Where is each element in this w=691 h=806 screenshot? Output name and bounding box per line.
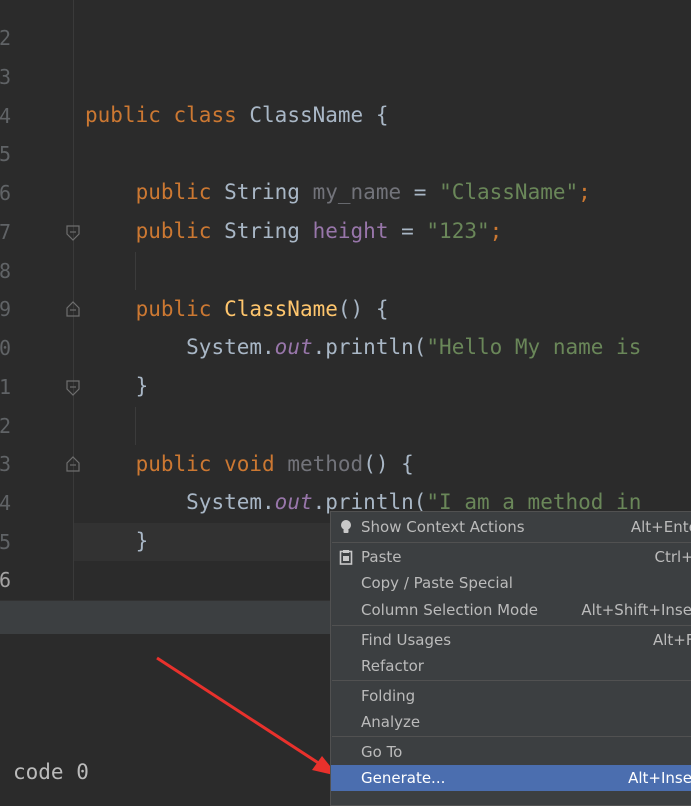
- menu-separator: [332, 736, 691, 737]
- code-line: 1: [0, 330, 691, 399]
- code-line: 2 public void method() {: [0, 369, 691, 476]
- code-editor[interactable]: 2 3 public class ClassName { 4 5 public …: [0, 0, 691, 669]
- code-line: 2: [0, 0, 691, 50]
- fold-start-icon[interactable]: [65, 225, 81, 241]
- menu-item-copy-paste-special[interactable]: Copy / Paste Special: [331, 570, 691, 596]
- fold-start-icon[interactable]: [65, 380, 81, 396]
- menu-separator: [332, 625, 691, 626]
- menu-item-paste[interactable]: Paste Ctrl+V: [331, 544, 691, 570]
- lightbulb-icon: [341, 520, 351, 533]
- code-line: 7: [0, 175, 691, 244]
- menu-separator: [332, 680, 691, 681]
- console-output: code 0: [13, 760, 89, 784]
- code-line: 3 System.out.println("I am a method in: [0, 407, 691, 514]
- menu-item-generate[interactable]: Generate... Alt+Insert: [331, 765, 691, 791]
- fold-end-icon[interactable]: [65, 301, 81, 317]
- menu-item-refactor[interactable]: Refactor: [331, 653, 691, 679]
- code-line: 0 }: [0, 291, 691, 398]
- menu-item-column-selection-mode[interactable]: Column Selection Mode Alt+Shift+Insert: [331, 597, 691, 623]
- menu-item-show-context-actions[interactable]: Show Context Actions Alt+Enter: [331, 514, 691, 540]
- code-line: 4: [0, 59, 691, 128]
- clipboard-icon: [339, 550, 353, 565]
- code-line: 9 System.out.println("Hello My name is: [0, 252, 691, 359]
- editor-context-menu: Show Context Actions Alt+Enter Paste Ctr…: [330, 511, 691, 806]
- menu-item-go-to[interactable]: Go To: [331, 739, 691, 765]
- code-line: 5 public String my_name = "ClassName";: [0, 97, 691, 204]
- fold-end-icon[interactable]: [65, 456, 81, 472]
- code-line: 3 public class ClassName {: [0, 20, 691, 127]
- menu-item-find-usages[interactable]: Find Usages Alt+F7: [331, 627, 691, 653]
- code-line: 6 public String height = "123";: [0, 136, 691, 243]
- code-line: 8 public ClassName() {: [0, 214, 691, 321]
- menu-separator: [332, 542, 691, 543]
- menu-item-analyze[interactable]: Analyze: [331, 709, 691, 735]
- code-line: 4 }: [0, 446, 691, 553]
- menu-item-folding[interactable]: Folding: [331, 683, 691, 709]
